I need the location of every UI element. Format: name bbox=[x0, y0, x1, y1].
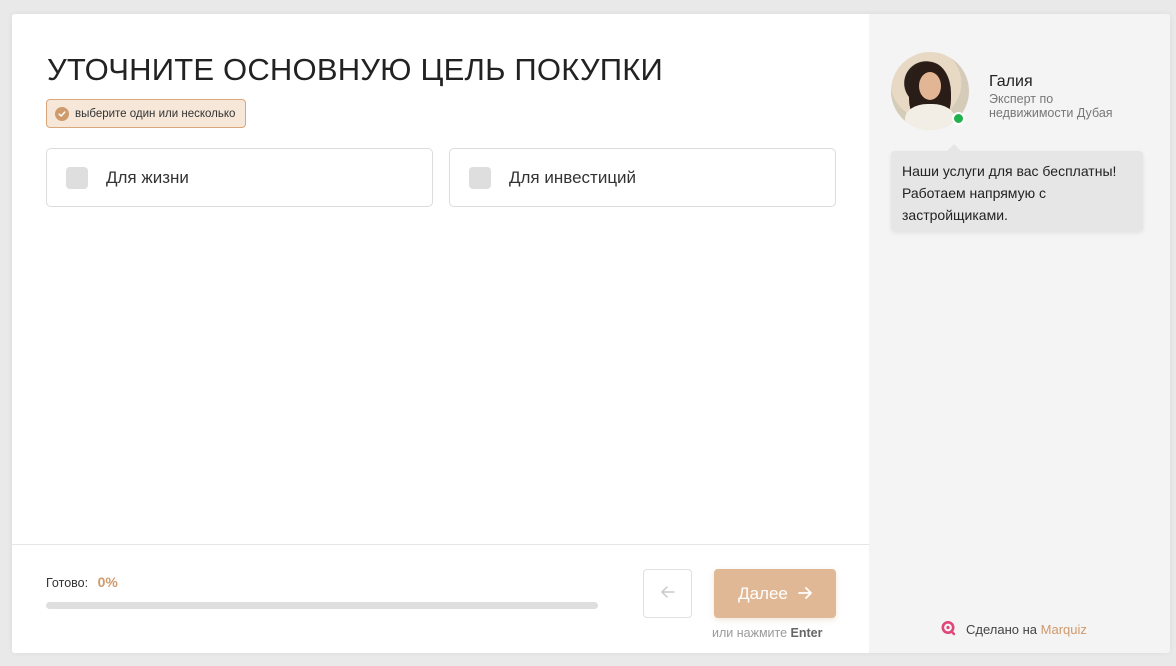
expert-sidebar: Галия Эксперт по недвижимости Дубая Наши… bbox=[869, 14, 1170, 653]
keyboard-hint: или нажмите Enter bbox=[712, 626, 823, 640]
marquiz-logo-icon bbox=[940, 620, 956, 639]
expert-role: Эксперт по недвижимости Дубая bbox=[989, 92, 1113, 120]
quiz-frame: УТОЧНИТЕ ОСНОВНУЮ ЦЕЛЬ ПОКУПКИ выберите … bbox=[12, 14, 1170, 653]
answer-options: Для жизни Для инвестиций bbox=[46, 148, 836, 207]
option-label: Для инвестиций bbox=[509, 167, 637, 187]
quiz-main-panel: УТОЧНИТЕ ОСНОВНУЮ ЦЕЛЬ ПОКУПКИ выберите … bbox=[12, 14, 869, 653]
progress-label: Готово: 0% bbox=[46, 574, 118, 590]
selection-hint-text: выберите один или несколько bbox=[75, 107, 236, 120]
progress-label-text: Готово: bbox=[46, 576, 89, 590]
progress-value: 0% bbox=[97, 574, 118, 590]
keyboard-hint-prefix: или нажмите bbox=[712, 626, 788, 640]
question-title: УТОЧНИТЕ ОСНОВНУЮ ЦЕЛЬ ПОКУПКИ bbox=[47, 52, 663, 87]
online-status-indicator bbox=[952, 112, 965, 125]
option-for-living[interactable]: Для жизни bbox=[46, 148, 433, 207]
option-checkbox[interactable] bbox=[469, 166, 491, 189]
next-button-label: Далее bbox=[738, 583, 788, 603]
marquiz-brand-name: Marquiz bbox=[1040, 622, 1087, 637]
option-label: Для жизни bbox=[106, 167, 189, 187]
back-button[interactable] bbox=[643, 569, 692, 618]
progress-bar bbox=[46, 602, 598, 609]
made-with-marquiz-link[interactable]: Сделано на Marquiz bbox=[940, 620, 1087, 639]
avatar-face-shape bbox=[919, 72, 941, 100]
made-with-text: Сделано на bbox=[966, 622, 1038, 637]
selection-hint-badge: выберите один или несколько bbox=[46, 99, 247, 128]
arrow-left-icon bbox=[660, 585, 675, 603]
quiz-footer: Готово: 0% Далее или нажмите Enter bbox=[12, 544, 869, 653]
next-button[interactable]: Далее bbox=[714, 569, 836, 618]
avatar-body-shape bbox=[905, 104, 955, 130]
option-for-investment[interactable]: Для инвестиций bbox=[449, 148, 836, 207]
option-checkbox[interactable] bbox=[66, 166, 88, 189]
expert-message-bubble: Наши услуги для вас бесплатны! Работаем … bbox=[891, 144, 1143, 231]
arrow-right-icon bbox=[797, 584, 812, 604]
check-circle-icon bbox=[55, 106, 69, 121]
expert-name: Галия bbox=[989, 73, 1033, 90]
keyboard-hint-key: Enter bbox=[790, 626, 823, 640]
